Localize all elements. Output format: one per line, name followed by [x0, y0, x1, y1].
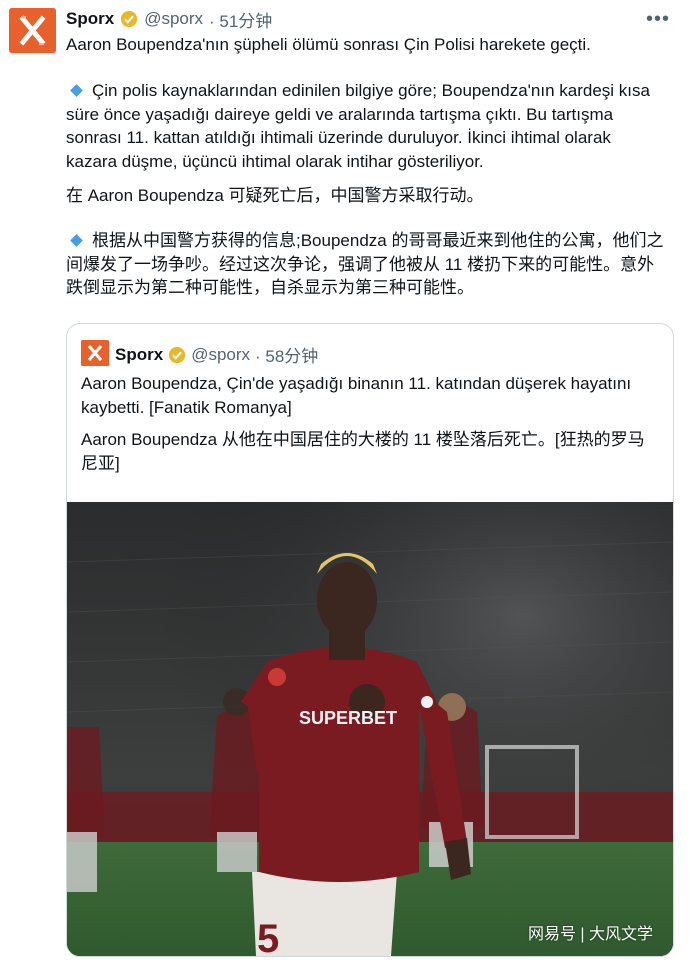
tweet-paragraph-tr: Çin polis kaynaklarından edinilen bilgiy… [66, 79, 666, 173]
jersey-number: 5 [257, 917, 279, 956]
quoted-handle[interactable]: @sporx [191, 345, 250, 365]
more-dots-icon[interactable]: ••• [646, 8, 670, 31]
tweet: Sporx @sporx · 51分钟 ••• Aaron Boupendza'… [0, 0, 690, 972]
photo-scene: 5 SUPERBET [67, 502, 673, 956]
blue-diamond-icon [70, 84, 83, 97]
paragraph-zh-text: 根据从中国警方获得的信息;Boupendza 的哥哥最近来到他住的公寓，他们之间… [66, 231, 664, 297]
quoted-sporx-avatar[interactable] [81, 340, 109, 366]
football-player-photo[interactable]: 5 SUPERBET 网易号 | 大风文学 [67, 502, 673, 956]
tweet-title: Aaron Boupendza'nın şüpheli ölümü sonras… [66, 35, 591, 54]
quoted-text-zh: Aaron Boupendza 从他在中国居住的大楼的 11 楼坠落后死亡。[狂… [81, 430, 645, 473]
quoted-header: Sporx @sporx · 58分钟 [115, 342, 318, 367]
tweet-header: Sporx @sporx · 51分钟 [66, 7, 272, 32]
quoted-tweet[interactable]: Sporx @sporx · 58分钟 Aaron Boupendza, Çin… [66, 323, 674, 957]
paragraph-tr-text: Çin polis kaynaklarından edinilen bilgiy… [66, 81, 650, 171]
author-name[interactable]: Sporx [66, 9, 114, 29]
verified-badge-icon [121, 10, 138, 28]
verified-badge-icon [169, 346, 186, 363]
sporx-avatar[interactable] [9, 8, 56, 53]
author-handle[interactable]: @sporx [144, 9, 203, 29]
tweet-time[interactable]: · 51分钟 [209, 7, 272, 32]
quoted-author-name[interactable]: Sporx [115, 345, 163, 365]
blue-diamond-icon [70, 234, 83, 247]
quoted-text-tr: Aaron Boupendza, Çin'de yaşadığı binanın… [81, 374, 632, 417]
watermark: 网易号 | 大风文学 [527, 926, 653, 943]
jersey-sponsor: SUPERBET [299, 708, 397, 728]
tweet-paragraph-zh: 根据从中国警方获得的信息;Boupendza 的哥哥最近来到他住的公寓，他们之间… [66, 229, 666, 300]
tweet-title-zh: 在 Aaron Boupendza 可疑死亡后，中国警方采取行动。 [66, 186, 484, 205]
quoted-time[interactable]: · 58分钟 [255, 342, 318, 367]
